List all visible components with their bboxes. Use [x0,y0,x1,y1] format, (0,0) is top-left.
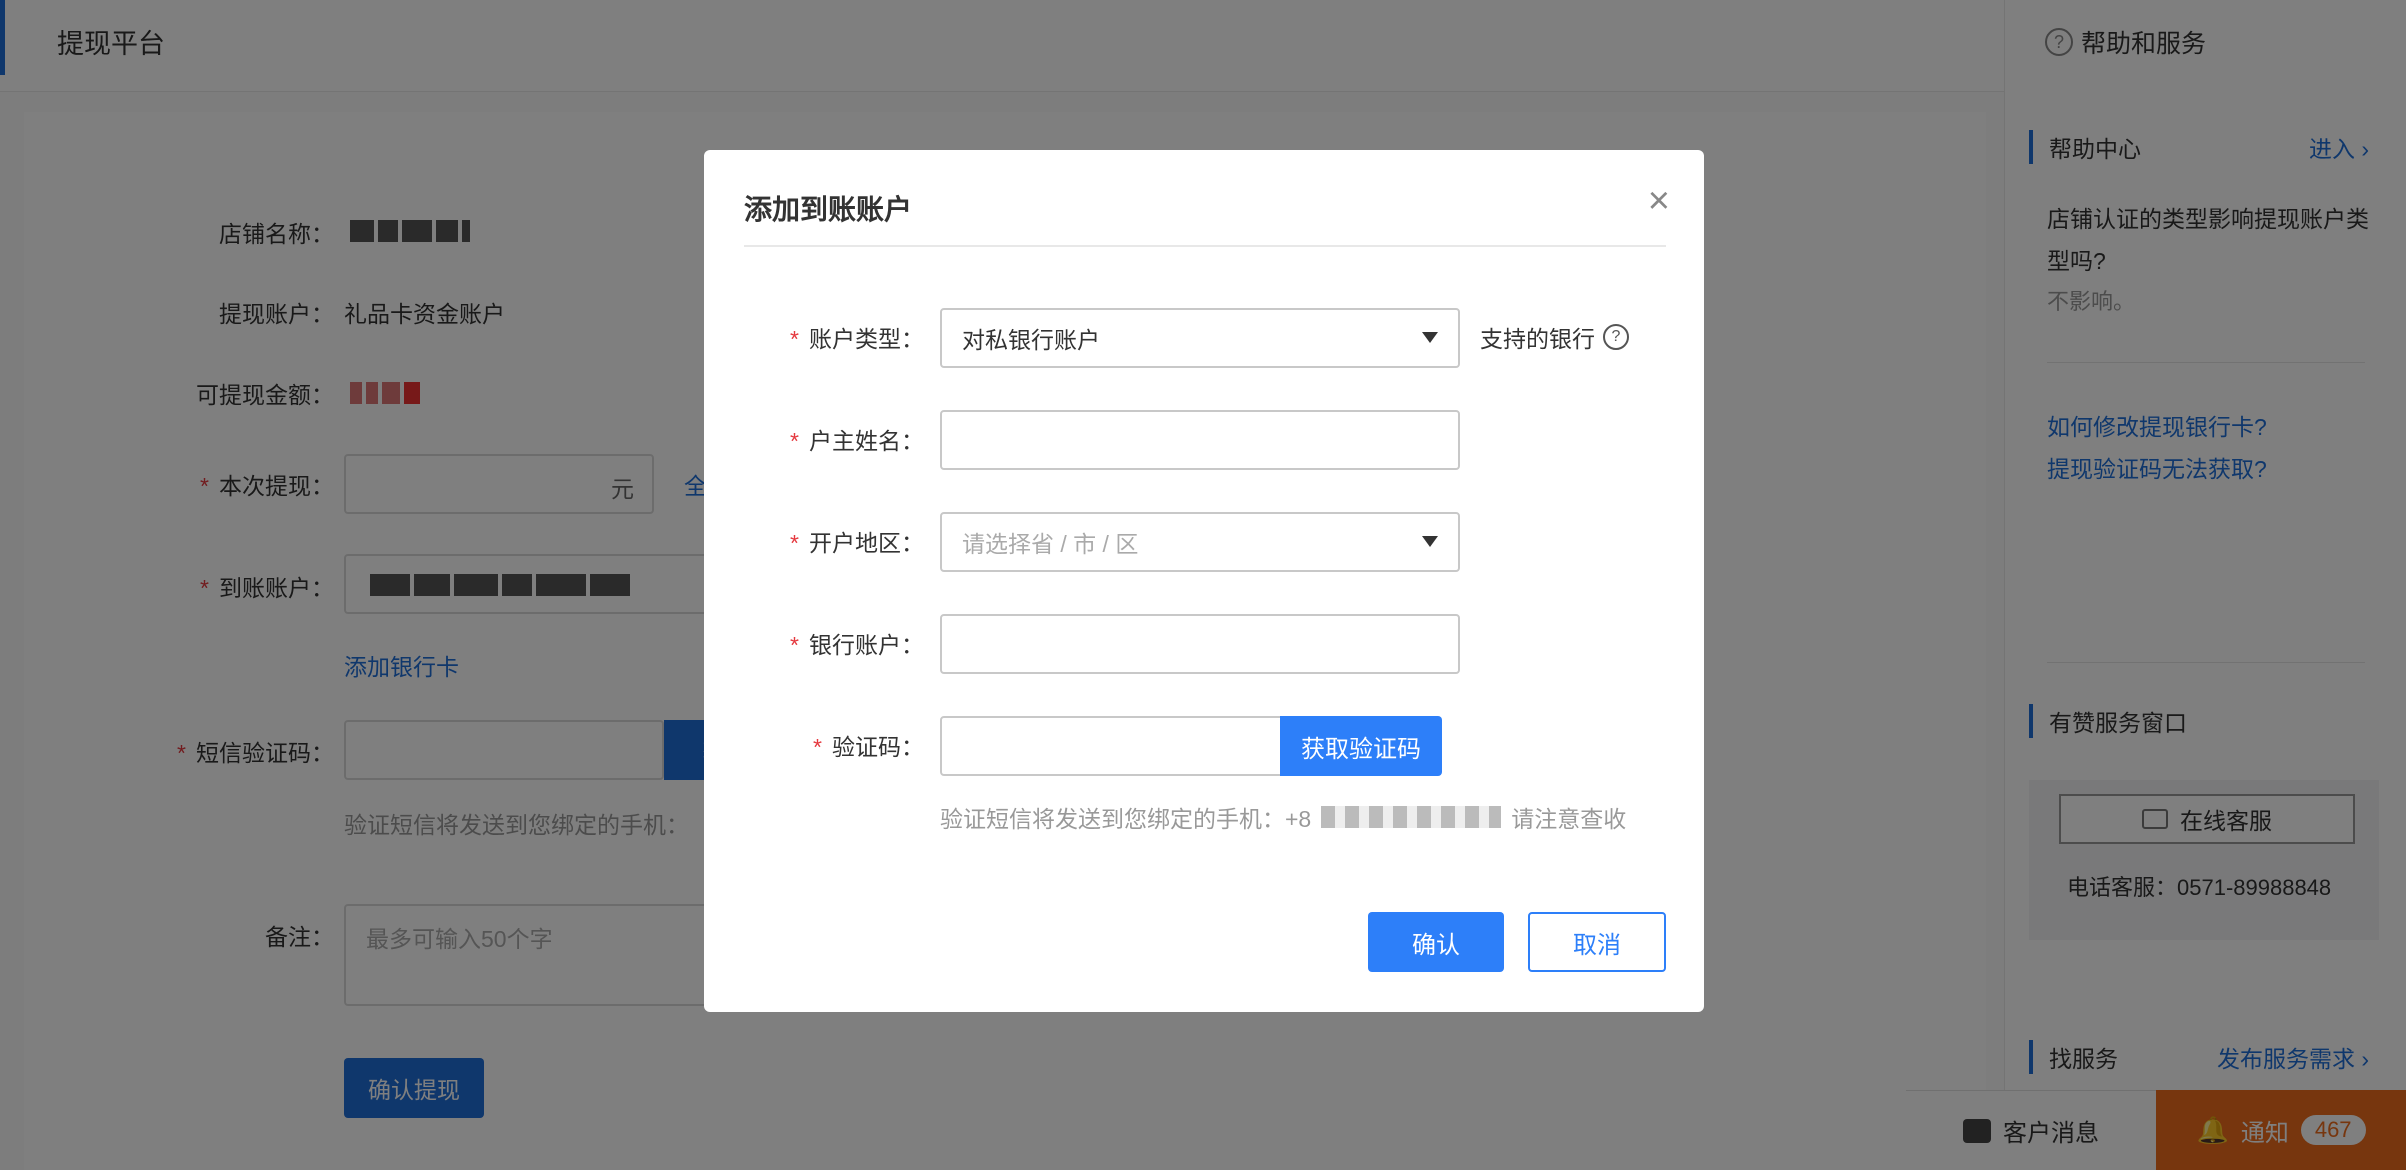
account-type-label: * 账户类型： [790,326,924,352]
supported-banks-label: 支持的银行 [1480,326,1595,352]
holder-name-label: * 户主姓名： [790,428,924,454]
confirm-button[interactable]: 确认 [1368,912,1504,972]
verify-hint-prefix: 验证短信将发送到您绑定的手机：+8 [940,806,1312,832]
question-icon[interactable]: ? [1603,324,1629,350]
modal-divider [744,245,1666,247]
region-select[interactable]: 请选择省 / 市 / 区 [940,512,1460,572]
bank-account-label: * 银行账户： [790,632,924,658]
verify-code-label: * 验证码： [813,734,924,760]
modal-title: 添加到账账户 [744,194,913,225]
verify-code-input[interactable] [940,716,1284,776]
cancel-button[interactable]: 取消 [1528,912,1666,972]
dropdown-caret-icon [1422,332,1438,343]
verify-hint-suffix: 请注意查收 [1511,806,1627,832]
region-placeholder: 请选择省 / 市 / 区 [962,531,1139,557]
bank-account-input[interactable] [940,614,1460,674]
verify-code-hint: 验证短信将发送到您绑定的手机：+8 请注意查收 [940,800,1626,834]
holder-name-input[interactable] [940,410,1460,470]
close-icon[interactable]: × [1648,182,1670,220]
supported-banks[interactable]: 支持的银行 ? [1480,320,1629,354]
add-account-modal: 添加到账账户 × * 账户类型： 对私银行账户 支持的银行 ? * 户主姓名： * 开… [704,150,1704,1012]
dropdown-caret-icon [1422,536,1438,547]
account-type-select[interactable]: 对私银行账户 [940,308,1460,368]
masked-phone [1321,806,1502,828]
get-code-button[interactable]: 获取验证码 [1280,716,1442,776]
account-type-value: 对私银行账户 [962,327,1100,353]
region-label: * 开户地区： [790,530,924,556]
